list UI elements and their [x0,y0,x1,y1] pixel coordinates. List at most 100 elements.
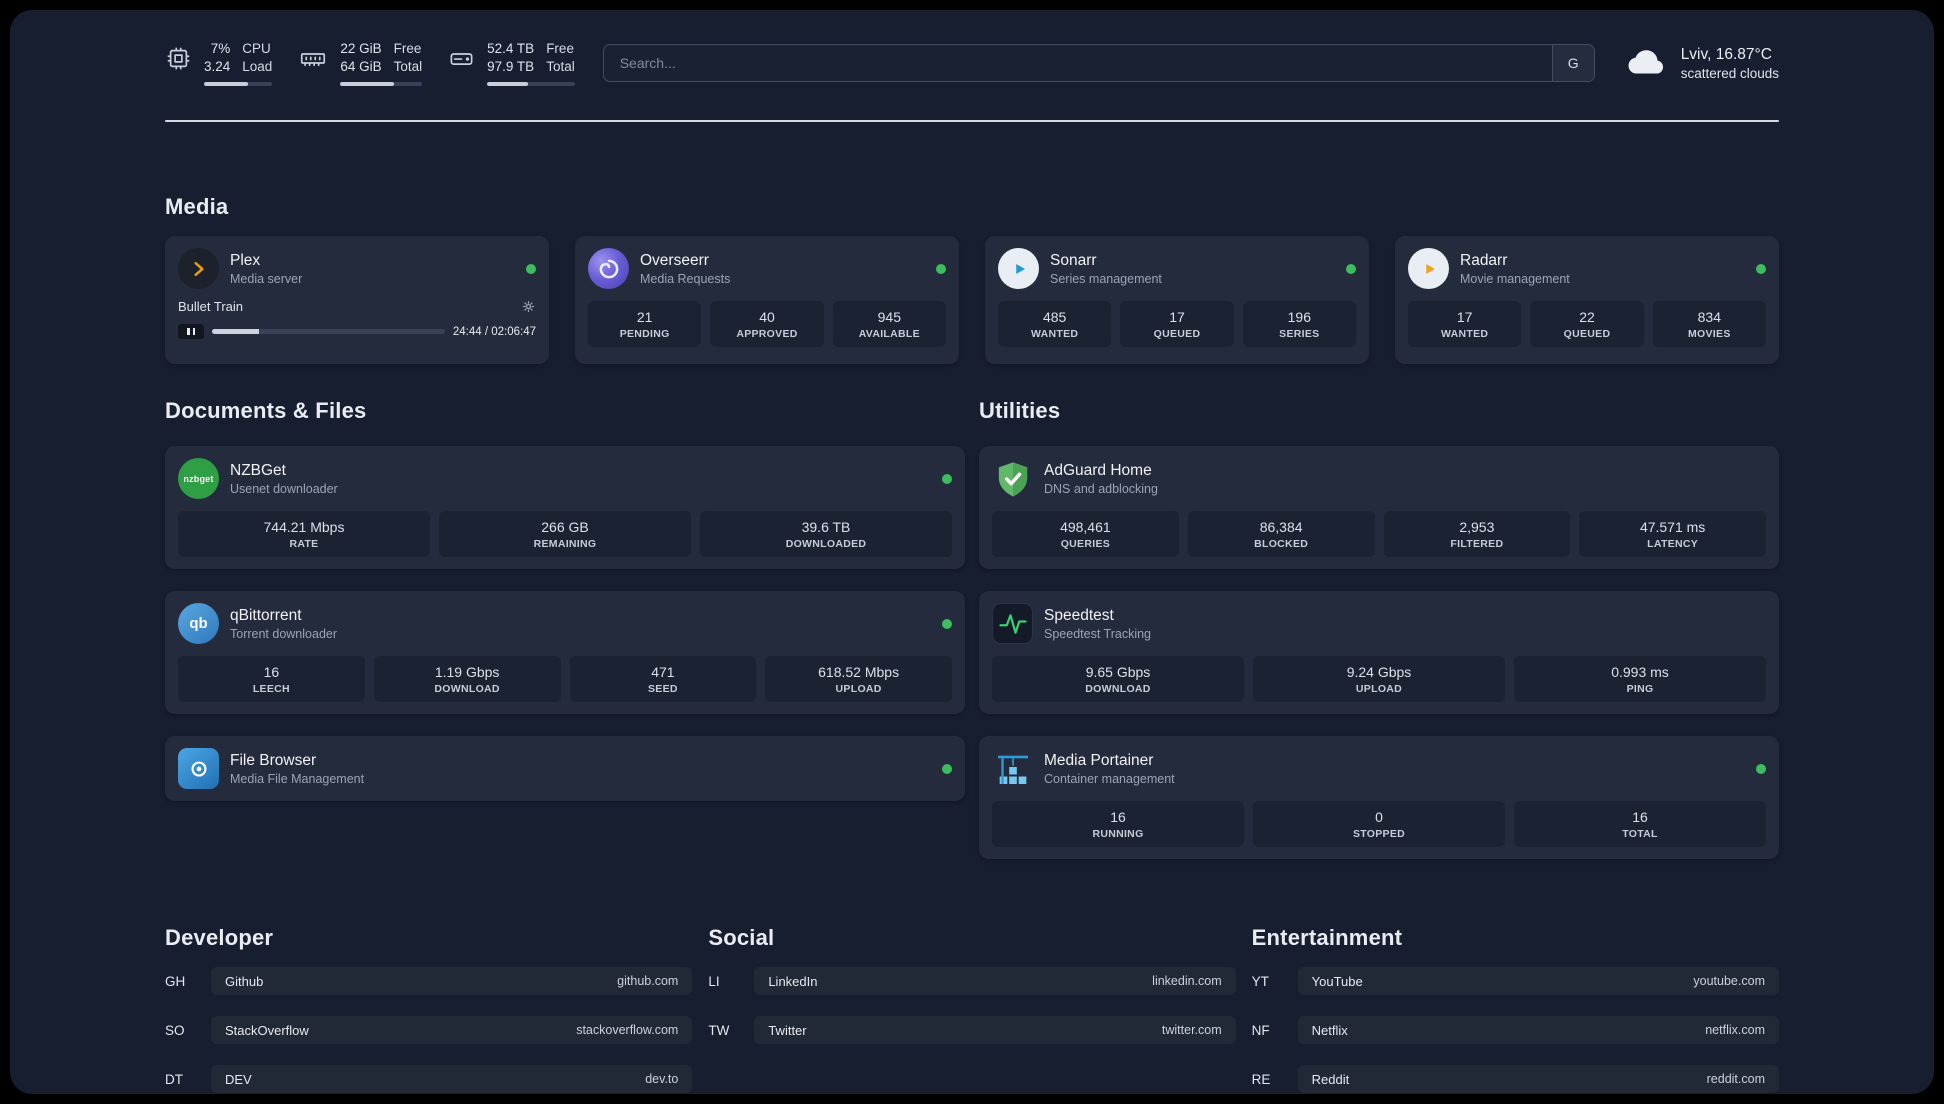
bookmarks-entertainment: Entertainment YT YouTube youtube.com NF … [1252,925,1779,1094]
app-card-plex[interactable]: Plex Media server Bullet Train 24:44 / 0… [165,236,549,364]
stat-label: PENDING [619,328,670,340]
stat-tile: 17 QUEUED [1120,301,1234,347]
status-dot [942,763,952,774]
app-card-speedtest[interactable]: Speedtest Speedtest Tracking 9.65 Gbps D… [979,591,1779,714]
status-dot [942,618,952,629]
filebrowser-icon [178,748,219,789]
storage-total-label: Total [546,59,575,74]
stat-tile: 945 AVAILABLE [832,301,946,347]
bookmark-abbr: SO [165,1022,185,1038]
stat-label: DOWNLOAD [1085,683,1151,695]
app-card-overseerr[interactable]: Overseerr Media Requests 21 PENDING 40 A… [575,236,959,364]
search-input[interactable] [603,45,1552,81]
topbar: 7% 3.24 CPU Load 22 GiB 64 GiB Free Tota… [165,34,1779,92]
stat-label: AVAILABLE [858,328,920,340]
bookmark-abbr: LI [708,973,720,989]
status-dot [1346,263,1356,274]
bookmark-abbr: DT [165,1071,183,1087]
app-card-qbittorrent[interactable]: qb qBittorrent Torrent downloader 16 LEE… [165,591,965,714]
stat-value: 196 [1287,309,1311,325]
storage-progress-fill [487,81,529,86]
bookmark-linkedin[interactable]: LI LinkedIn linkedin.com [708,967,1236,995]
bookmark-abbr: RE [1251,1071,1271,1087]
stat-tile: 47.571 ms LATENCY [1579,511,1766,557]
bookmark-abbr: TW [708,1022,730,1038]
utilities-section: Utilities AdGuard Home DNS and adblockin… [979,398,1779,859]
stat-label: QUERIES [1060,538,1111,550]
playback-progress-bar[interactable] [212,329,445,334]
bookmark-abbr: YT [1251,973,1269,989]
storage-progress-bar [487,81,575,86]
stat-tile: 196 SERIES [1242,301,1356,347]
bookmarks-social: Social LI LinkedIn linkedin.com TW Twitt… [708,925,1236,1094]
weather-condition: scattered clouds [1680,65,1779,81]
stat-label: WANTED [1441,328,1489,340]
search-engine-button[interactable]: G [1551,45,1594,81]
pause-icon[interactable] [178,324,204,339]
stat-label: LEECH [252,683,290,695]
stat-label: APPROVED [736,328,798,340]
memory-free-label: Free [393,41,422,57]
stat-label: REMAINING [533,538,597,550]
bookmark-youtube[interactable]: YT YouTube youtube.com [1252,967,1779,995]
app-card-portainer[interactable]: Media Portainer Container management 16 … [979,736,1779,859]
bookmark-dev[interactable]: DT DEV dev.to [165,1065,693,1093]
stat-value: 266 GB [541,519,589,535]
app-title: Plex [230,251,261,269]
app-card-adguard[interactable]: AdGuard Home DNS and adblocking 498,461 … [979,446,1779,569]
bookmark-domain: github.com [617,974,679,988]
app-description: Movie management [1460,271,1570,286]
status-dot [1756,763,1766,774]
playback-progress-fill [212,329,259,334]
stat-value: 618.52 Mbps [818,664,900,680]
nzbget-icon: nzbget [178,458,219,499]
stat-label: BLOCKED [1254,538,1309,550]
cpu-load-value: 3.24 [204,59,231,74]
stat-label: DOWNLOAD [434,683,500,695]
bookmark-netflix[interactable]: NF Netflix netflix.com [1252,1016,1779,1044]
sonarr-icon [998,248,1039,289]
stat-tile: 0 STOPPED [1253,801,1505,847]
status-dot [526,263,536,274]
stat-tile: 9.24 Gbps UPLOAD [1253,656,1505,702]
stat-value: 0 [1375,809,1383,825]
app-title: Sonarr [1050,251,1097,269]
bookmark-stackoverflow[interactable]: SO StackOverflow stackoverflow.com [165,1016,693,1044]
gear-icon[interactable] [521,299,536,314]
stat-value: 0.993 ms [1611,664,1669,680]
bookmark-reddit[interactable]: RE Reddit reddit.com [1252,1065,1779,1093]
qbittorrent-icon: qb [178,603,219,644]
app-card-sonarr[interactable]: Sonarr Series management 485 WANTED 17 Q… [985,236,1369,364]
stat-tile: 16 TOTAL [1514,801,1766,847]
stat-tile: 0.993 ms PING [1514,656,1766,702]
cpu-load-label: Load [242,59,273,74]
bookmark-twitter[interactable]: TW Twitter twitter.com [708,1016,1236,1044]
stat-value: 47.571 ms [1639,519,1706,535]
stat-tile: 16 LEECH [178,656,365,702]
cpu-icon [167,47,190,70]
bookmark-domain: youtube.com [1693,974,1765,988]
memory-total-value: 64 GiB [340,59,382,74]
stat-tile: 21 PENDING [588,301,702,347]
bookmark-name: Github [225,973,264,989]
app-card-nzbget[interactable]: nzbget NZBGet Usenet downloader 744.21 M… [165,446,965,569]
section-title-social: Social [708,925,775,950]
section-title-media: Media [165,194,229,219]
stat-value: 9.24 Gbps [1346,664,1412,680]
speedtest-icon [992,603,1033,644]
app-card-radarr[interactable]: Radarr Movie management 17 WANTED 22 QUE… [1395,236,1779,364]
stat-label: WANTED [1031,328,1079,340]
bookmark-github[interactable]: GH Github github.com [165,967,693,995]
stat-label: UPLOAD [1355,683,1403,695]
stat-value: 16 [263,664,280,680]
stat-tile: 86,384 BLOCKED [1187,511,1375,557]
app-card-filebrowser[interactable]: File Browser Media File Management [165,736,965,801]
stat-tile: 834 MOVIES [1652,301,1766,347]
bookmark-name: YouTube [1311,973,1363,989]
now-playing-title: Bullet Train [178,299,244,314]
memory-total-label: Total [393,59,423,74]
section-title-developer: Developer [165,925,274,950]
app-title: Overseerr [640,251,709,269]
bookmark-name: LinkedIn [768,973,818,989]
stat-value: 17 [1169,309,1185,325]
